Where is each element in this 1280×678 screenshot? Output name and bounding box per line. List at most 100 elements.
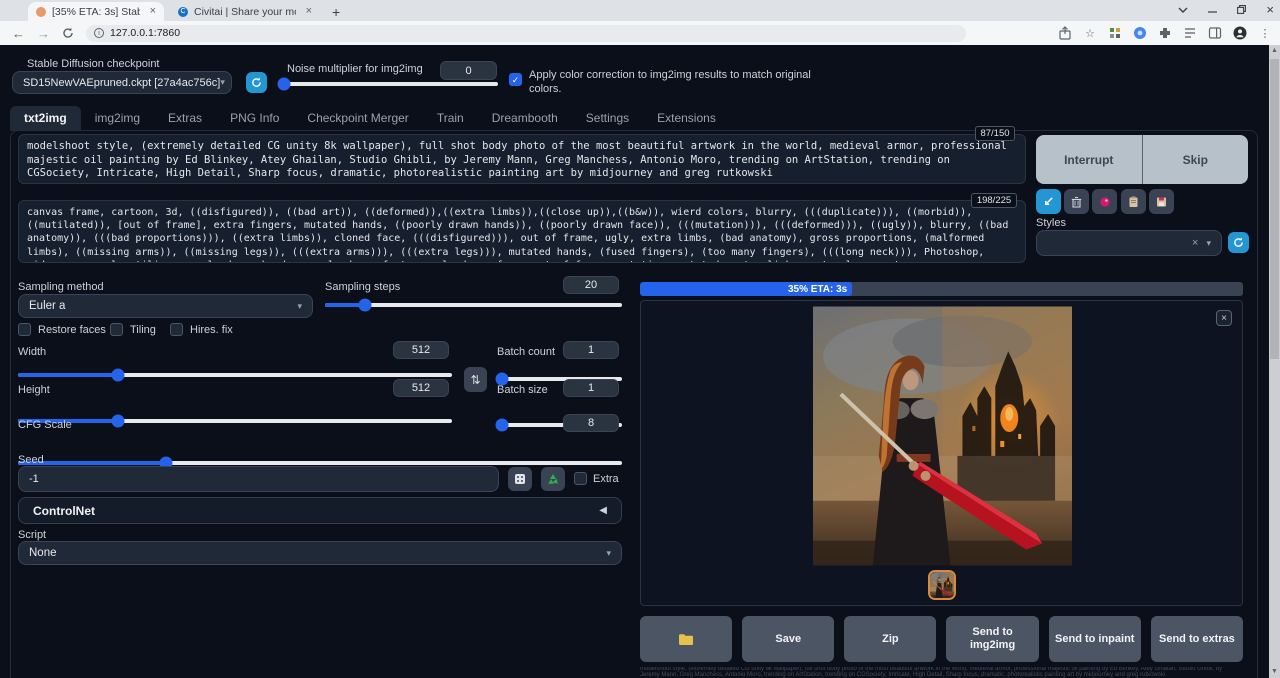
tab-settings[interactable]: Settings bbox=[572, 106, 643, 131]
close-preview-icon[interactable]: × bbox=[1216, 310, 1232, 326]
refresh-styles-button[interactable] bbox=[1228, 232, 1249, 253]
extra-networks-button[interactable] bbox=[1092, 189, 1117, 214]
hires-fix-option[interactable]: Hires. fix bbox=[170, 323, 233, 336]
tiling-checkbox[interactable] bbox=[110, 323, 123, 336]
save-button[interactable]: Save bbox=[742, 616, 834, 662]
chevron-down-icon[interactable] bbox=[1178, 7, 1188, 13]
scroll-down-icon[interactable]: ▼ bbox=[1269, 666, 1280, 678]
tab-close-icon[interactable]: × bbox=[150, 6, 156, 17]
generated-image[interactable] bbox=[813, 306, 1072, 566]
styles-dropdown[interactable]: × ▾ bbox=[1036, 230, 1222, 256]
hires-fix-checkbox[interactable] bbox=[170, 323, 183, 336]
sampling-method-dropdown[interactable]: Euler a ▾ bbox=[18, 294, 313, 318]
seed-input[interactable]: -1 bbox=[18, 466, 499, 492]
paste-generation-params-button[interactable] bbox=[1036, 189, 1061, 214]
extra-seed-option[interactable]: Extra bbox=[574, 472, 619, 485]
interrupt-button[interactable]: Interrupt bbox=[1036, 135, 1143, 184]
tab-png-info[interactable]: PNG Info bbox=[216, 106, 293, 131]
checkpoint-dropdown[interactable]: SD15NewVAEpruned.ckpt [27a4ac756c] ▾ bbox=[12, 71, 232, 94]
cfg-scale-slider[interactable] bbox=[18, 461, 622, 465]
gallery-actions: Save Zip Send to img2img Send to inpaint… bbox=[640, 616, 1243, 662]
browser-tab-civitai[interactable]: C Civitai | Share your models × bbox=[170, 2, 320, 21]
slider-knob[interactable] bbox=[359, 299, 372, 312]
civitai-favicon: C bbox=[178, 7, 188, 17]
cfg-scale-value[interactable]: 8 bbox=[563, 414, 619, 432]
zip-button[interactable]: Zip bbox=[844, 616, 936, 662]
progress-bar: 35% ETA: 3s bbox=[640, 282, 1243, 296]
extension-blue-circle-icon[interactable] bbox=[1133, 26, 1147, 40]
clear-styles-icon[interactable]: × bbox=[1192, 237, 1198, 249]
checkpoint-value: SD15NewVAEpruned.ckpt [27a4ac756c] bbox=[23, 77, 220, 89]
controlnet-accordion[interactable]: ControlNet ◀ bbox=[18, 497, 622, 524]
new-tab-button[interactable]: + bbox=[332, 4, 340, 20]
slider-knob[interactable] bbox=[111, 369, 124, 382]
negative-prompt-input[interactable]: canvas frame, cartoon, 3d, ((disfigured)… bbox=[18, 200, 1026, 263]
restore-faces-option[interactable]: Restore faces bbox=[18, 323, 106, 336]
extra-seed-checkbox[interactable] bbox=[574, 472, 587, 485]
page-scrollbar[interactable]: ▲ ▼ bbox=[1269, 45, 1280, 678]
scroll-up-icon[interactable]: ▲ bbox=[1269, 45, 1280, 57]
gallery-thumbnail[interactable] bbox=[928, 570, 956, 600]
save-style-button[interactable] bbox=[1149, 189, 1174, 214]
noise-multiplier-slider[interactable] bbox=[280, 82, 498, 86]
tiling-option[interactable]: Tiling bbox=[110, 323, 156, 336]
sampling-steps-slider[interactable] bbox=[325, 303, 622, 307]
restore-faces-checkbox[interactable] bbox=[18, 323, 31, 336]
refresh-checkpoints-button[interactable] bbox=[246, 72, 267, 93]
restore-icon[interactable] bbox=[1237, 5, 1246, 14]
extension-grid-icon[interactable] bbox=[1108, 26, 1122, 40]
send-to-extras-button[interactable]: Send to extras bbox=[1151, 616, 1243, 662]
send-to-img2img-button[interactable]: Send to img2img bbox=[946, 616, 1038, 662]
reload-icon[interactable] bbox=[62, 27, 74, 39]
profile-avatar[interactable] bbox=[1233, 26, 1247, 40]
seed-value: -1 bbox=[29, 473, 39, 485]
swap-width-height-button[interactable]: ⇅ bbox=[464, 367, 487, 392]
send-to-inpaint-button[interactable]: Send to inpaint bbox=[1049, 616, 1141, 662]
height-slider[interactable] bbox=[18, 419, 452, 423]
scrollbar-thumb[interactable] bbox=[1270, 59, 1279, 359]
reuse-seed-button[interactable] bbox=[541, 467, 565, 491]
browser-menu-icon[interactable]: ⋮ bbox=[1258, 26, 1272, 40]
tab-dreambooth[interactable]: Dreambooth bbox=[478, 106, 572, 131]
reading-list-icon[interactable] bbox=[1183, 26, 1197, 40]
apply-style-button[interactable] bbox=[1121, 189, 1146, 214]
batch-size-value[interactable]: 1 bbox=[563, 379, 619, 397]
width-value[interactable]: 512 bbox=[393, 341, 449, 359]
tab-txt2img[interactable]: txt2img bbox=[10, 106, 81, 131]
extensions-puzzle-icon[interactable] bbox=[1158, 26, 1172, 40]
browser-tab-stable-diffusion[interactable]: [35% ETA: 3s] Stable Diffusion × bbox=[28, 2, 164, 21]
bookmark-star-icon[interactable]: ☆ bbox=[1083, 26, 1097, 40]
clear-prompt-button[interactable] bbox=[1064, 189, 1089, 214]
slider-knob[interactable] bbox=[111, 415, 124, 428]
slider-knob[interactable] bbox=[278, 78, 291, 91]
noise-multiplier-value[interactable]: 0 bbox=[440, 61, 497, 80]
script-value: None bbox=[29, 547, 57, 559]
close-icon[interactable]: × bbox=[1266, 2, 1274, 17]
address-bar[interactable]: i 127.0.0.1:7860 bbox=[86, 25, 966, 42]
batch-count-value[interactable]: 1 bbox=[563, 341, 619, 359]
forward-icon[interactable]: → bbox=[37, 26, 50, 41]
tab-img2img[interactable]: img2img bbox=[81, 106, 154, 131]
skip-button[interactable]: Skip bbox=[1143, 135, 1249, 184]
tab-extensions[interactable]: Extensions bbox=[643, 106, 730, 131]
width-slider[interactable] bbox=[18, 373, 452, 377]
prompt-input[interactable]: modelshoot style, (extremely detailed CG… bbox=[18, 134, 1026, 184]
tab-checkpoint-merger[interactable]: Checkpoint Merger bbox=[293, 106, 422, 131]
height-value[interactable]: 512 bbox=[393, 379, 449, 397]
minimize-icon[interactable] bbox=[1208, 5, 1217, 14]
page-info-icon[interactable]: i bbox=[94, 28, 104, 38]
tab-train[interactable]: Train bbox=[423, 106, 478, 131]
sampling-steps-value[interactable]: 20 bbox=[563, 276, 619, 294]
refresh-icon bbox=[1233, 237, 1244, 248]
sampling-steps-label: Sampling steps bbox=[325, 281, 400, 293]
script-dropdown[interactable]: None ▾ bbox=[18, 541, 622, 565]
share-icon[interactable] bbox=[1058, 26, 1072, 40]
tab-close-icon[interactable]: × bbox=[306, 6, 312, 17]
back-icon[interactable]: ← bbox=[12, 26, 25, 41]
open-folder-button[interactable] bbox=[640, 616, 732, 662]
side-panel-icon[interactable] bbox=[1208, 26, 1222, 40]
tab-extras[interactable]: Extras bbox=[154, 106, 216, 131]
color-correction-checkbox[interactable]: ✓ bbox=[509, 73, 522, 86]
random-seed-button[interactable] bbox=[508, 467, 532, 491]
slider-knob[interactable] bbox=[496, 419, 509, 432]
